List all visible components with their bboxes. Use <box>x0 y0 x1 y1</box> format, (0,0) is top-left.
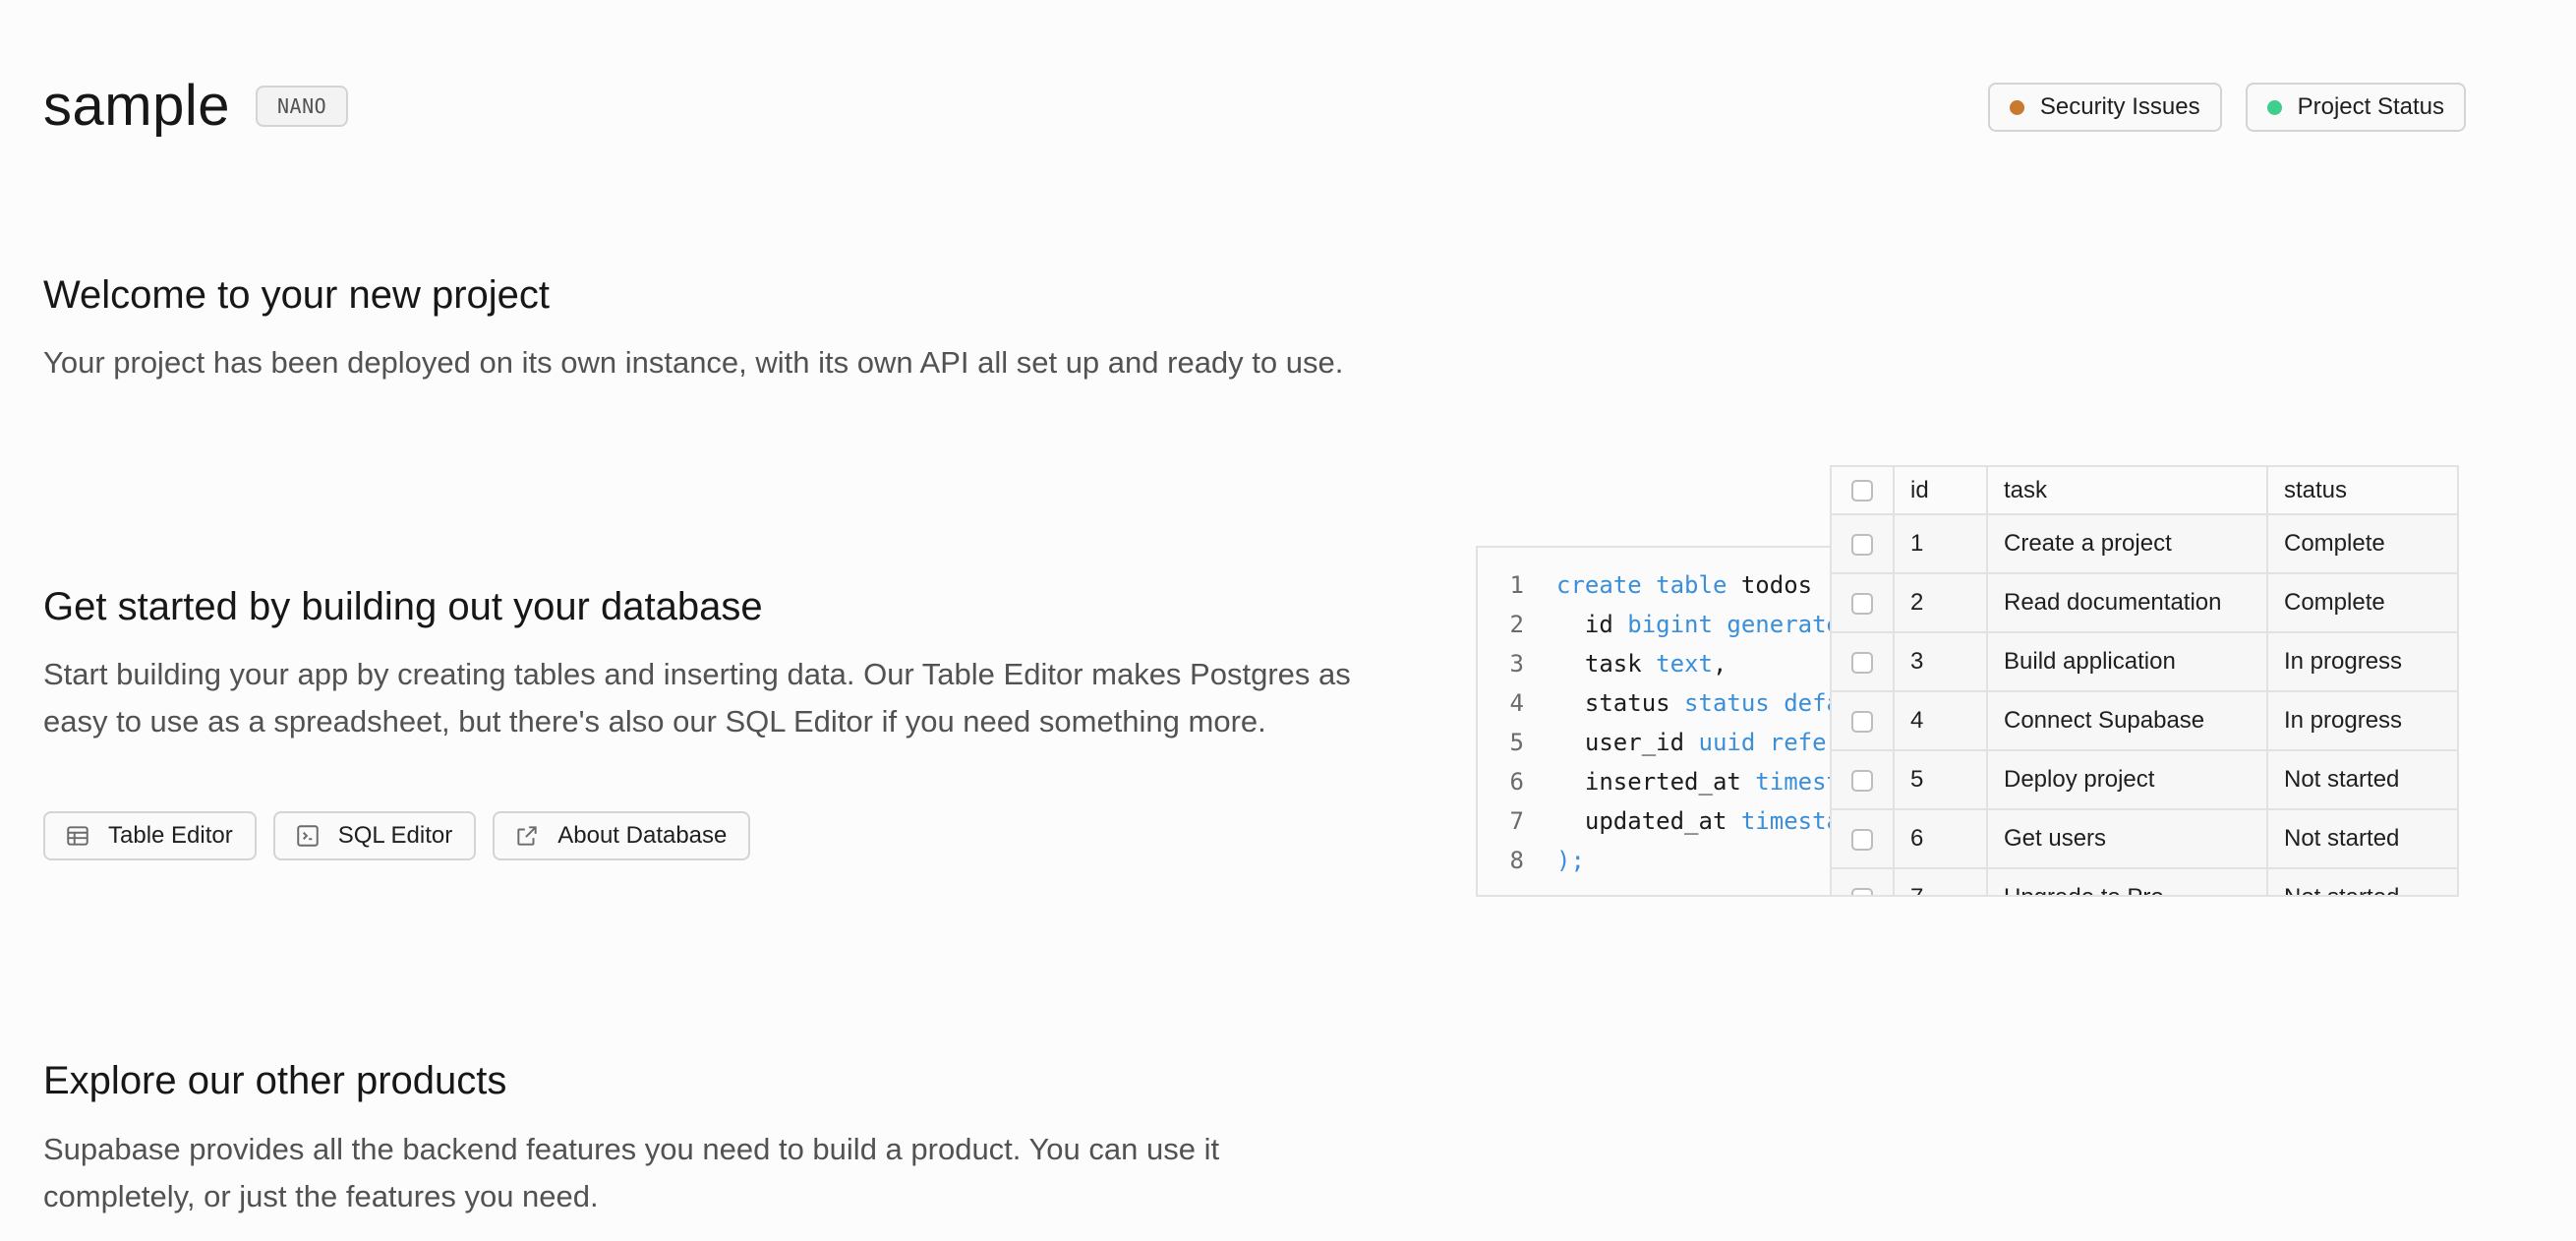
code-line: 2 id bigint generated <box>1509 611 1830 638</box>
products-text-line-1: Supabase provides all the backend featur… <box>43 1132 1220 1166</box>
terminal-icon <box>297 825 319 847</box>
status-dot-icon <box>2266 99 2282 115</box>
project-status-button[interactable]: Project Status <box>2245 83 2466 132</box>
welcome-title: Welcome to your new project <box>43 273 551 317</box>
row-checkbox[interactable] <box>1851 828 1873 851</box>
database-actions: Table Editor SQL Editor About Database <box>43 811 751 860</box>
about-database-button[interactable]: About Database <box>493 811 751 860</box>
cell-id: 7 <box>1894 868 1988 895</box>
table-icon <box>67 826 88 846</box>
code-line: 7 updated_at timestamp <box>1509 807 1830 835</box>
table-row: 3 Build application In progress <box>1832 632 2457 692</box>
products-title: Explore our other products <box>43 1059 507 1102</box>
cell-id: 3 <box>1894 632 1988 692</box>
code-line: 6 inserted_at timestamp <box>1509 768 1830 796</box>
table-row: 7 Upgrade to Pro Not started <box>1832 868 2457 895</box>
table-grid-preview: id task status 1 Create a project Comple… <box>1830 465 2459 897</box>
row-checkbox[interactable] <box>1851 887 1873 895</box>
cell-status: Complete <box>2267 573 2457 633</box>
code-line: 1 create table todos ( <box>1509 571 1830 599</box>
cell-id: 5 <box>1894 750 1988 810</box>
table-header-row: id task status <box>1832 467 2457 515</box>
table-editor-label: Table Editor <box>108 822 233 849</box>
welcome-text: Your project has been deployed on its ow… <box>43 345 1344 380</box>
code-line: 3 task text, <box>1509 650 1727 678</box>
row-checkbox[interactable] <box>1851 710 1873 733</box>
cell-status: Complete <box>2267 514 2457 574</box>
about-database-label: About Database <box>557 822 728 849</box>
cell-task: Connect Supabase <box>1987 691 2268 751</box>
table-row: 4 Connect Supabase In progress <box>1832 691 2457 751</box>
security-issues-button[interactable]: Security Issues <box>1987 83 2222 132</box>
cell-status: Not started <box>2267 750 2457 810</box>
cell-id: 6 <box>1894 809 1988 869</box>
sql-editor-label: SQL Editor <box>337 822 453 849</box>
sql-editor-button[interactable]: SQL Editor <box>272 811 477 860</box>
cell-id: 1 <box>1894 514 1988 574</box>
table-editor-button[interactable]: Table Editor <box>43 811 257 860</box>
security-issues-label: Security Issues <box>2039 93 2200 120</box>
table-row: 2 Read documentation Complete <box>1832 573 2457 633</box>
cell-status: Not started <box>2267 868 2457 895</box>
row-checkbox[interactable] <box>1851 769 1873 792</box>
cell-task: Create a project <box>1987 514 2268 574</box>
project-header: sample NANO <box>43 73 349 139</box>
cell-status: Not started <box>2267 809 2457 869</box>
cell-task: Read documentation <box>1987 573 2268 633</box>
status-buttons: Security Issues Project Status <box>1987 83 2466 132</box>
row-checkbox[interactable] <box>1851 651 1873 674</box>
external-link-icon <box>517 826 537 846</box>
select-all-checkbox[interactable] <box>1851 480 1873 502</box>
cell-task: Get users <box>1987 809 2268 869</box>
plan-badge: NANO <box>255 85 349 127</box>
table-row: 5 Deploy project Not started <box>1832 750 2457 810</box>
database-title: Get started by building out your databas… <box>43 585 763 628</box>
column-header-status: status <box>2267 467 2457 515</box>
todos-table: id task status 1 Create a project Comple… <box>1832 467 2457 895</box>
column-header-id: id <box>1894 467 1988 515</box>
database-text: Start building your app by creating tabl… <box>43 651 1351 745</box>
cell-status: In progress <box>2267 632 2457 692</box>
project-name: sample <box>43 74 230 138</box>
cell-status: In progress <box>2267 691 2457 751</box>
products-text-line-2: completely, or just the features you nee… <box>43 1179 599 1213</box>
database-text-line-2: easy to use as a spreadsheet, but there'… <box>43 704 1266 739</box>
cell-task: Build application <box>1987 632 2268 692</box>
table-row: 1 Create a project Complete <box>1832 514 2457 574</box>
sql-code-preview: 1 create table todos ( 2 id bigint genera… <box>1476 546 1830 897</box>
table-row: 6 Get users Not started <box>1832 809 2457 869</box>
cell-id: 2 <box>1894 573 1988 633</box>
database-text-line-1: Start building your app by creating tabl… <box>43 657 1351 691</box>
row-checkbox[interactable] <box>1851 592 1873 615</box>
cell-task: Deploy project <box>1987 750 2268 810</box>
code-line: 4 status status default <box>1509 689 1830 717</box>
cell-task: Upgrade to Pro <box>1987 868 2268 895</box>
products-text: Supabase provides all the backend featur… <box>43 1126 1219 1220</box>
code-line: 5 user_id uuid references <box>1509 729 1830 756</box>
cell-id: 4 <box>1894 691 1988 751</box>
column-header-task: task <box>1987 467 2268 515</box>
row-checkbox[interactable] <box>1851 533 1873 556</box>
warning-dot-icon <box>2009 99 2024 115</box>
project-status-label: Project Status <box>2297 93 2444 120</box>
code-line: 8); <box>1509 847 1585 874</box>
